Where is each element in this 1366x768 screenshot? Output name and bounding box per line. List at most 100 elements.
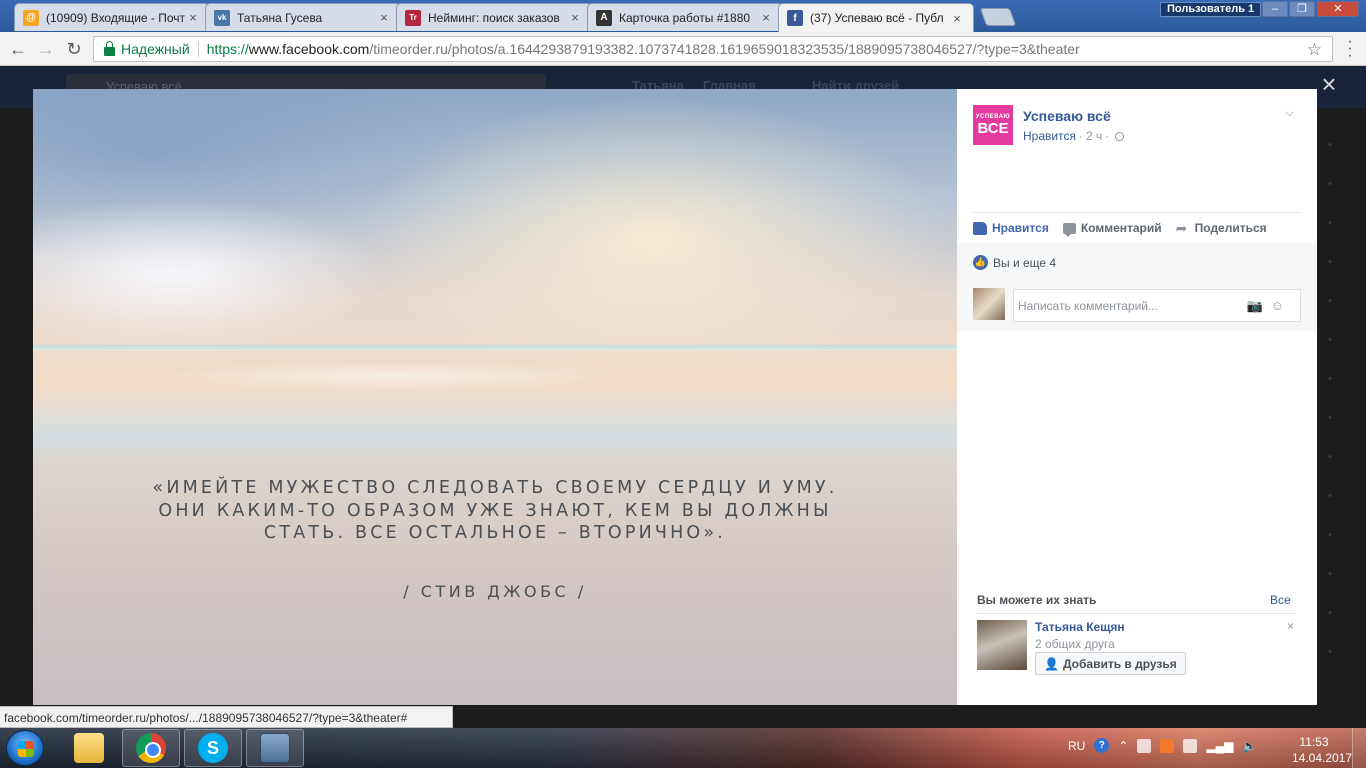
browser-toolbar: ← → ↻ Надежный https://www.facebook.com/… <box>0 32 1366 66</box>
close-icon[interactable]: × <box>758 10 774 25</box>
globe-icon <box>1115 131 1125 141</box>
meta-separator: · <box>1078 129 1083 143</box>
start-button[interactable] <box>6 730 44 766</box>
profile-button[interactable]: Пользователь 1 <box>1160 2 1262 17</box>
page-name-link[interactable]: Успеваю всё <box>1023 108 1111 124</box>
taskbar-skype[interactable]: S <box>184 729 242 767</box>
windows-taskbar: S RU ? ⌃ ▂▄▆ 🔈 11:53 14.04.2017 <box>0 728 1366 768</box>
quote-line: СТАТЬ. ВСЕ ОСТАЛЬНОЕ – ВТОРИЧНО». <box>263 523 727 543</box>
reactions-summary[interactable]: 👍 Вы и еще 4 <box>973 255 1056 270</box>
address-bar[interactable]: Надежный https://www.facebook.com/timeor… <box>93 36 1333 62</box>
photo-quote: «ИМЕЙТЕ МУЖЕСТВО СЛЕДОВАТЬ СВОЕМУ СЕРДЦУ… <box>33 477 957 545</box>
post-side-panel: УСПЕВАЮ ВСЕ Успеваю всё Нравится · 2 ч ·… <box>957 89 1317 705</box>
post-time[interactable]: 2 ч <box>1086 129 1102 143</box>
reactions-text: Вы и еще 4 <box>993 255 1057 270</box>
secure-label: Надежный <box>121 41 190 57</box>
reload-icon[interactable]: ↻ <box>63 38 85 60</box>
like-reaction-icon: 👍 <box>973 255 988 270</box>
add-friend-icon: 👤 <box>1044 656 1059 671</box>
camera-emoji-icons[interactable]: 📷☺ <box>1247 298 1292 314</box>
restore-button[interactable]: ❐ <box>1289 1 1315 17</box>
vk-favicon-icon: vk <box>214 9 230 26</box>
avatar[interactable] <box>973 288 1005 320</box>
volume-icon[interactable]: 🔈 <box>1242 739 1257 753</box>
add-friend-label: Добавить в друзья <box>1062 656 1177 671</box>
folder-icon <box>74 733 104 763</box>
logo-text-main: ВСЕ <box>977 120 1009 137</box>
add-friend-button[interactable]: 👤 Добавить в друзья <box>1035 652 1186 675</box>
page-like-link[interactable]: Нравится <box>1023 129 1076 143</box>
comment-input[interactable]: Написать комментарий... 📷☺ <box>1013 289 1301 322</box>
like-button[interactable]: Нравится <box>973 220 1049 236</box>
tab-facebook[interactable]: f (37) Успеваю всё - Публ × <box>778 3 974 32</box>
pymk-title: Вы можете их знать <box>977 593 1097 607</box>
taskbar-chrome[interactable] <box>122 729 180 767</box>
tab-label: Нейминг: поиск заказов <box>428 10 560 25</box>
clock-date: 14.04.2017 <box>1292 751 1353 765</box>
divider <box>977 613 1297 614</box>
theater-photo[interactable]: «ИМЕЙТЕ МУЖЕСТВО СЛЕДОВАТЬ СВОЕМУ СЕРДЦУ… <box>33 89 957 705</box>
taskbar-calculator[interactable] <box>246 729 304 767</box>
avast-icon[interactable] <box>1160 738 1175 753</box>
quote-author: / СТИВ ДЖОБС / <box>403 582 587 601</box>
pymk-see-all-link[interactable]: Все <box>1270 593 1291 607</box>
tab-label: Татьяна Гусева <box>237 10 323 25</box>
tab-label: (37) Успеваю всё - Публ <box>810 11 944 25</box>
bookmark-star-icon[interactable]: ☆ <box>1307 40 1322 60</box>
new-tab-button[interactable] <box>979 8 1017 26</box>
comment-label: Комментарий <box>1080 221 1162 235</box>
pymk-avatar[interactable] <box>977 620 1027 670</box>
chevron-down-icon[interactable]: ⌵ <box>1285 105 1294 120</box>
divider <box>197 41 199 57</box>
tray-expand-icon[interactable]: ⌃ <box>1118 739 1128 753</box>
link-status-bar: facebook.com/timeorder.ru/photos/.../188… <box>0 706 453 728</box>
system-tray: RU ? ⌃ ▂▄▆ 🔈 <box>1068 738 1257 753</box>
comment-icon <box>1062 222 1076 237</box>
comment-button[interactable]: Комментарий <box>1062 220 1162 237</box>
post-meta: Нравится · 2 ч · <box>1023 129 1125 143</box>
browser-menu-icon[interactable]: · · · <box>1345 34 1355 64</box>
thumbs-up-icon <box>973 221 987 235</box>
pymk-person-name[interactable]: Татьяна Кещян <box>1035 620 1125 634</box>
tab-vk[interactable]: vk Татьяна Гусева × <box>205 3 401 31</box>
a-favicon-icon: A <box>596 9 612 26</box>
clock-time: 11:53 <box>1299 735 1329 749</box>
close-icon[interactable]: × <box>567 10 583 25</box>
page-avatar[interactable]: УСПЕВАЮ ВСЕ <box>973 105 1013 145</box>
back-arrow-icon[interactable]: ← <box>7 38 29 60</box>
tab-mail[interactable]: @ (10909) Входящие - Почта × <box>14 3 210 31</box>
help-icon[interactable]: ? <box>1094 738 1110 753</box>
sidebar-shadow-icons: • • • • • • • • • • • • • • <box>1328 139 1332 658</box>
action-center-icon[interactable] <box>1137 738 1152 753</box>
tab-naming[interactable]: Tr Нейминг: поиск заказов × <box>396 3 592 31</box>
mail-favicon-icon: @ <box>23 9 39 26</box>
theater-close-icon[interactable]: × <box>1318 71 1340 97</box>
calculator-icon <box>260 733 290 763</box>
tab-label: Карточка работы #1880 <box>619 10 751 25</box>
close-icon[interactable]: × <box>185 10 201 25</box>
network-signal-icon[interactable]: ▂▄▆ <box>1206 739 1233 753</box>
pymk-mutual-friends[interactable]: 2 общих друга <box>1035 637 1115 651</box>
close-icon[interactable]: × <box>376 10 392 25</box>
photo-sandbar <box>153 361 633 391</box>
meta-separator: · <box>1105 129 1110 143</box>
share-button[interactable]: ➦ Поделиться <box>1176 220 1267 236</box>
dismiss-icon[interactable]: × <box>1287 619 1294 633</box>
comment-placeholder: Написать комментарий... <box>1018 298 1159 313</box>
taskbar-explorer[interactable] <box>60 729 118 767</box>
tab-strip: @ (10909) Входящие - Почта × vk Татьяна … <box>0 0 1366 32</box>
show-desktop-button[interactable] <box>1352 728 1366 768</box>
system-clock[interactable]: 11:53 14.04.2017 <box>1292 734 1353 766</box>
divider <box>973 212 1301 213</box>
photo-horizon <box>33 345 957 351</box>
close-icon[interactable]: × <box>949 11 965 26</box>
minimize-button[interactable]: – <box>1262 1 1288 17</box>
device-icon[interactable] <box>1183 738 1198 753</box>
forward-arrow-icon[interactable]: → <box>35 38 57 60</box>
language-indicator[interactable]: RU <box>1068 739 1085 753</box>
share-label: Поделиться <box>1194 221 1267 235</box>
skype-icon: S <box>198 733 228 763</box>
tab-work-card[interactable]: A Карточка работы #1880 × <box>587 3 783 31</box>
close-window-button[interactable]: ✕ <box>1317 1 1359 17</box>
facebook-favicon-icon: f <box>787 10 803 26</box>
